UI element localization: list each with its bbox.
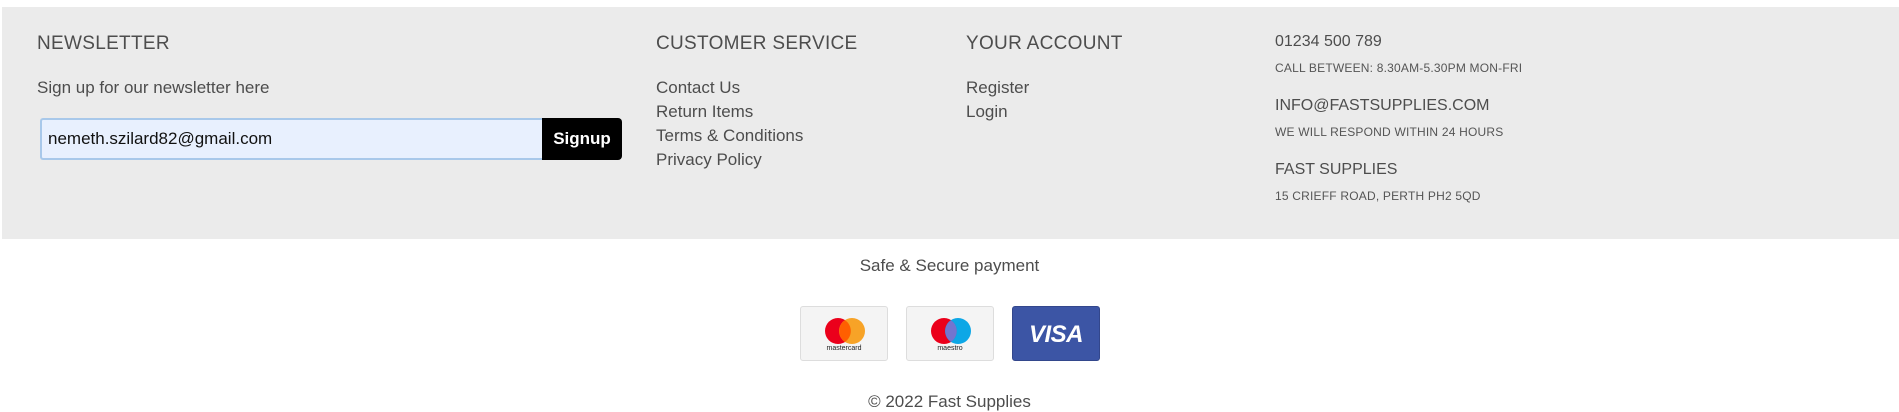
newsletter-description: Sign up for our newsletter here [37, 78, 270, 97]
newsletter-email-input[interactable] [40, 118, 548, 160]
maestro-label: maestro [937, 345, 963, 352]
maestro-logo: maestro [906, 306, 994, 361]
customer-service-title: CUSTOMER SERVICE [656, 33, 858, 54]
contact-phone-hours: CALL BETWEEN: 8.30AM-5.30PM MON-FRI [1275, 61, 1523, 75]
contact-address: 15 CRIEFF ROAD, PERTH PH2 5QD [1275, 189, 1481, 203]
link-login[interactable]: Login [966, 102, 1008, 121]
link-contact-us[interactable]: Contact Us [656, 78, 740, 97]
link-privacy-policy[interactable]: Privacy Policy [656, 150, 762, 169]
account-links: Register Login [966, 78, 1029, 126]
secure-payment-title: Safe & Secure payment [859, 256, 1040, 275]
newsletter-signup-form: Signup [40, 118, 623, 162]
contact-phone: 01234 500 789 [1275, 33, 1382, 50]
your-account-title: YOUR ACCOUNT [966, 33, 1123, 54]
mastercard-icon [825, 318, 865, 344]
visa-logo: VISA [1012, 306, 1100, 361]
footer-top-section: NEWSLETTER Sign up for our newsletter he… [2, 7, 1899, 239]
contact-email-note: WE WILL RESPOND WITHIN 24 HOURS [1275, 125, 1504, 139]
mastercard-label: mastercard [826, 345, 862, 352]
signup-button[interactable]: Signup [542, 118, 622, 160]
newsletter-title: NEWSLETTER [37, 33, 170, 54]
visa-label: VISA [1028, 321, 1084, 348]
link-register[interactable]: Register [966, 78, 1029, 97]
link-terms-conditions[interactable]: Terms & Conditions [656, 126, 803, 145]
contact-email[interactable]: INFO@FASTSUPPLIES.COM [1275, 97, 1490, 115]
link-return-items[interactable]: Return Items [656, 102, 753, 121]
customer-service-links: Contact Us Return Items Terms & Conditio… [656, 78, 803, 174]
mastercard-logo: mastercard [800, 306, 888, 361]
maestro-icon [931, 318, 971, 344]
contact-company: FAST SUPPLIES [1275, 161, 1398, 178]
copyright-text: © 2022 Fast Supplies [868, 392, 1031, 411]
